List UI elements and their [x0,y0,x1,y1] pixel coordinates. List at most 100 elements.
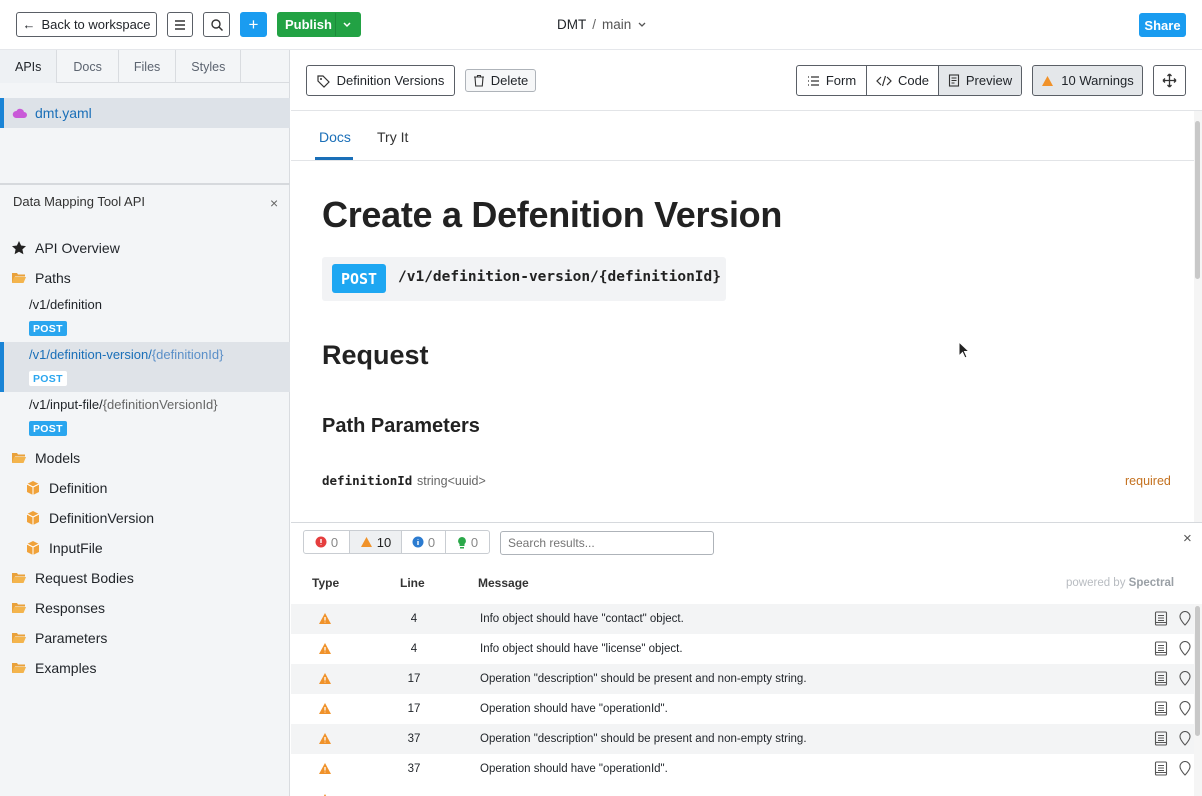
sidebar-item-paths[interactable]: Paths [0,263,290,293]
panel-scrollbar[interactable] [1194,604,1202,796]
row-message: Operation "description" should be presen… [480,733,807,745]
tab-apis[interactable]: APIs [0,50,58,83]
info-count: 0 [427,534,436,550]
row-message: Operation should have "operationId". [480,703,668,715]
row-line: 4 [410,643,418,655]
row-line: 17 [407,673,421,685]
tab-try-it[interactable]: Try It [377,129,408,145]
arrow-left-icon: ← [22,17,36,32]
close-panel-icon[interactable]: × [1183,530,1192,547]
sidebar-item-parameters[interactable]: Parameters [0,623,290,653]
column-message: Message [478,576,529,590]
sidebar-item-label: Request Bodies [35,570,134,586]
delete-button[interactable]: Delete [465,69,536,92]
post-badge: POST [29,421,67,436]
file-name: dmt.yaml [35,105,92,121]
sidebar-item-models[interactable]: Models [0,443,290,473]
page-title: Create a Defenition Version [322,194,783,235]
lightbulb-icon [458,536,466,548]
file-item-dmt[interactable]: dmt.yaml [0,98,290,128]
expand-button[interactable] [1153,65,1186,96]
tab-styles[interactable]: Styles [176,50,242,83]
menu-button[interactable] [167,12,193,37]
filter-hints[interactable]: 0 [446,531,489,553]
close-icon[interactable]: × [270,195,278,211]
table-row-partial[interactable] [291,784,1194,796]
warnings-button[interactable]: 10 Warnings [1032,65,1143,96]
share-label: Share [1144,17,1181,33]
sidebar-item-request-bodies[interactable]: Request Bodies [0,563,290,593]
cube-icon [26,481,40,495]
table-row[interactable]: 4 Info object should have "license" objec… [291,634,1194,664]
model-item[interactable]: Definition [0,473,290,503]
sidebar-item-api-overview[interactable]: API Overview [0,233,290,263]
sidebar-item-examples[interactable]: Examples [0,653,290,683]
branch-breadcrumb[interactable]: DMT / main [557,17,647,32]
scrollbar-thumb[interactable] [1195,121,1200,279]
filter-info[interactable]: 0 [402,531,446,553]
location-pin-icon[interactable] [1179,671,1191,686]
project-name: DMT [557,17,587,32]
filter-warnings[interactable]: 10 [350,531,402,553]
book-icon[interactable] [1154,671,1168,686]
preview-view-button[interactable]: Preview [939,66,1021,95]
tab-docs[interactable]: Docs [57,50,119,83]
share-button[interactable]: Share [1139,13,1186,37]
table-row[interactable]: 37 Operation should have "operationId". [291,754,1194,784]
sidebar-tabs: APIs Docs Files Styles [0,50,290,83]
back-label: Back to workspace [41,17,151,32]
book-icon[interactable] [1154,731,1168,746]
path-item-selected[interactable]: /v1/definition-version/{definitionId} PO… [0,342,290,392]
star-icon [12,241,26,255]
model-item[interactable]: DefinitionVersion [0,503,290,533]
scrollbar-thumb[interactable] [1195,606,1200,736]
back-to-workspace-button[interactable]: ← Back to workspace [16,12,157,37]
book-icon[interactable] [1154,761,1168,776]
breadcrumb-separator: / [592,17,597,32]
location-pin-icon[interactable] [1179,761,1191,776]
search-icon [210,18,223,31]
add-button[interactable]: + [240,12,267,37]
form-view-button[interactable]: Form [797,66,867,95]
table-row[interactable]: 17 Operation should have "operationId". [291,694,1194,724]
publish-button[interactable]: Publish [277,12,361,37]
book-icon[interactable] [1154,641,1168,656]
path-label: /v1/definition-version/ [29,347,152,362]
doc-scrollbar[interactable] [1194,111,1202,522]
code-view-button[interactable]: Code [867,66,939,95]
definition-versions-label: Definition Versions [336,73,445,88]
book-icon[interactable] [1154,611,1168,626]
tab-files[interactable]: Files [119,50,177,83]
location-pin-icon[interactable] [1179,611,1191,626]
search-results-input[interactable] [500,531,714,555]
move-icon [1162,73,1177,88]
path-item[interactable]: /v1/input-file/{definitionVersionId} POS… [0,395,290,443]
table-row[interactable]: 4 Info object should have "contact" objec… [291,604,1194,634]
sidebar-item-responses[interactable]: Responses [0,593,290,623]
row-line: 17 [407,703,421,715]
sidebar-item-label: Examples [35,660,97,676]
path-item[interactable]: /v1/definition POST [0,295,290,343]
folder-icon [12,573,26,583]
column-type: Type [312,576,340,590]
chevron-down-icon[interactable] [342,18,352,33]
book-icon[interactable] [1154,701,1168,716]
definition-versions-button[interactable]: Definition Versions [306,65,455,96]
model-item[interactable]: InputFile [0,533,290,563]
warning-count: 10 [376,534,392,550]
filter-errors[interactable]: 0 [304,531,350,553]
tab-docs-preview[interactable]: Docs [319,129,351,145]
table-row[interactable]: 17 Operation "description" should be pres… [291,664,1194,694]
warnings-label: 10 Warnings [1061,73,1134,88]
location-pin-icon[interactable] [1179,731,1191,746]
warning-icon [1042,75,1054,86]
sidebar-item-label: Responses [35,600,106,616]
location-pin-icon[interactable] [1179,641,1191,656]
sidebar-item-label: API Overview [35,240,120,256]
endpoint-path: /v1/definition-version/{definitionId} [398,269,722,285]
search-button[interactable] [203,12,230,37]
trash-icon [473,74,484,87]
location-pin-icon[interactable] [1179,701,1191,716]
table-row[interactable]: 37 Operation "description" should be pres… [291,724,1194,754]
powered-by-text: powered by [1066,577,1126,589]
